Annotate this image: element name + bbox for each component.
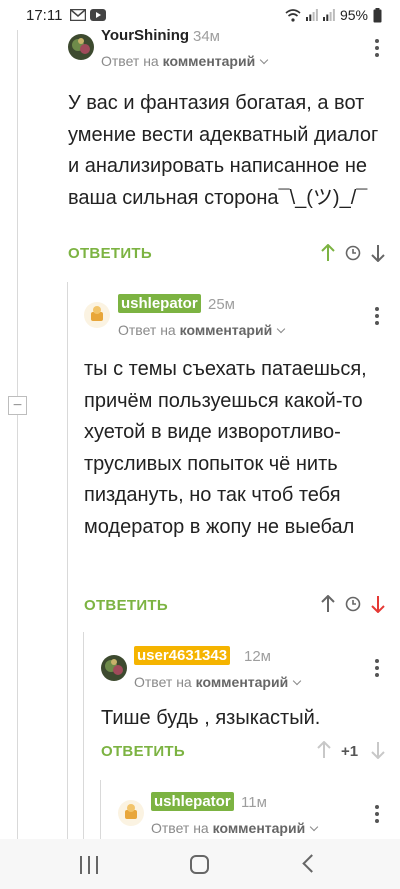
comment-text: У вас и фантазия богатая, а вот умение в…	[68, 92, 379, 209]
gmail-icon	[70, 9, 86, 21]
battery-level: 95%	[339, 7, 368, 23]
reply-to-link[interactable]: Ответ на комментарий	[151, 820, 319, 836]
signal-icon-2	[322, 9, 335, 21]
notification-icons	[70, 9, 106, 21]
avatar[interactable]	[101, 655, 127, 681]
comment-time: 12м	[244, 648, 271, 665]
minus-icon: −	[12, 396, 23, 414]
reply-to-link[interactable]: Ответ на комментарий	[118, 322, 286, 338]
avatar[interactable]	[118, 800, 144, 826]
youtube-icon	[90, 9, 106, 21]
reply-to-prefix: Ответ на	[134, 674, 196, 690]
reply-to-prefix: Ответ на	[118, 322, 180, 338]
arrow-up-icon[interactable]	[316, 741, 332, 759]
comment-author[interactable]: ushlepator	[151, 792, 234, 811]
avatar[interactable]	[68, 34, 94, 60]
comment-time: 25м	[208, 296, 235, 313]
reply-button[interactable]: ОТВЕТИТЬ	[84, 597, 168, 614]
comment-author[interactable]: YourShining	[101, 27, 189, 44]
clock-icon[interactable]	[345, 245, 361, 261]
more-vert-icon[interactable]	[374, 805, 380, 823]
recents-icon[interactable]	[80, 856, 98, 874]
thread-line-level-3	[83, 632, 84, 839]
reply-to-prefix: Ответ на	[151, 820, 213, 836]
system-icons: 95%	[285, 7, 382, 23]
more-vert-icon[interactable]	[374, 39, 380, 57]
reply-to-link[interactable]: Ответ на комментарий	[101, 53, 269, 69]
thread-line-level-2	[67, 282, 68, 839]
arrow-down-icon[interactable]	[370, 595, 386, 613]
chevron-down-icon	[276, 324, 286, 334]
reply-to-link[interactable]: Ответ на комментарий	[134, 674, 302, 690]
arrow-down-icon[interactable]	[370, 244, 386, 262]
clock-icon[interactable]	[345, 596, 361, 612]
comment-time: 34м	[193, 28, 220, 45]
status-time: 17:11	[26, 7, 63, 24]
reply-button[interactable]: ОТВЕТИТЬ	[68, 245, 152, 262]
chevron-down-icon	[292, 676, 302, 686]
reply-to-prefix: Ответ на	[101, 53, 163, 69]
reply-to-target: комментарий	[162, 53, 256, 69]
comment-author[interactable]: user4631343	[134, 646, 231, 665]
reply-to-target: комментарий	[212, 820, 306, 836]
thread-line-level-4	[100, 780, 101, 839]
signal-icon-1	[305, 9, 318, 21]
avatar[interactable]	[84, 302, 110, 328]
reply-to-target: комментарий	[195, 674, 289, 690]
reply-to-target: комментарий	[179, 322, 273, 338]
arrow-down-icon[interactable]	[370, 741, 386, 759]
system-nav-bar	[0, 839, 400, 889]
collapse-thread-button[interactable]: −	[8, 396, 27, 415]
status-bar: 17:11 95%	[0, 0, 400, 30]
home-icon[interactable]	[190, 855, 209, 874]
comment-text: Тише будь , языкастый.	[101, 707, 321, 729]
more-vert-icon[interactable]	[374, 307, 380, 325]
rating-count: +1	[341, 743, 359, 760]
chevron-down-icon	[309, 822, 319, 832]
comment-time: 11м	[241, 794, 267, 811]
wifi-icon	[285, 8, 301, 22]
arrow-up-icon[interactable]	[320, 595, 336, 613]
comment-text: ты с темы съехать патаешься, причём поль…	[84, 358, 367, 538]
battery-icon	[373, 7, 382, 22]
comment-author[interactable]: ushlepator	[118, 294, 201, 313]
back-icon[interactable]	[302, 854, 321, 873]
thread-line-level-1	[17, 30, 18, 839]
chevron-down-icon	[259, 55, 269, 65]
arrow-up-icon[interactable]	[320, 244, 336, 262]
more-vert-icon[interactable]	[374, 659, 380, 677]
reply-button[interactable]: ОТВЕТИТЬ	[101, 743, 185, 760]
